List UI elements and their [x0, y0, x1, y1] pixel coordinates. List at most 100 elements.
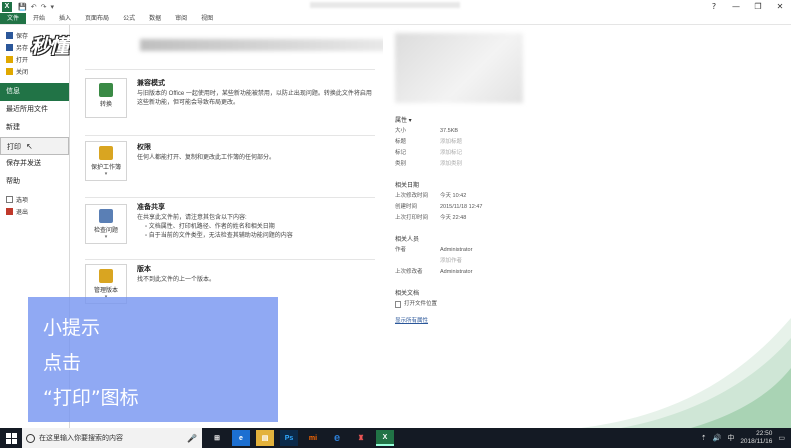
- nav-item-new[interactable]: 新建: [0, 119, 69, 137]
- tip-overlay: 小提示 点击 “打印”图标: [28, 297, 278, 422]
- nav-save-label: 保存: [16, 33, 29, 40]
- convert-button[interactable]: 转换: [85, 78, 127, 118]
- open-folder-icon: [6, 55, 13, 63]
- photoshop-icon[interactable]: Ps: [280, 430, 298, 446]
- microphone-icon[interactable]: 🎤: [187, 434, 197, 443]
- windows-logo-icon: [5, 432, 17, 444]
- section-permissions: 保护工作簿 ▾ 权限 任何人都能打开、复制和更改此工作簿的任何部分。: [85, 135, 375, 197]
- app-icon[interactable]: ♜: [352, 430, 370, 446]
- restore-button[interactable]: ❐: [747, 0, 769, 13]
- section-desc-permissions: 任何人都能打开、复制和更改此工作簿的任何部分。: [137, 155, 276, 161]
- protect-workbook-button[interactable]: 保护工作簿 ▾: [85, 141, 127, 181]
- section-desc-versions: 找不到此文件的上一个版本。: [137, 277, 216, 283]
- nav-item-info[interactable]: 信息: [0, 83, 69, 101]
- show-all-properties-link[interactable]: 显示所有属性: [395, 316, 595, 324]
- tab-data[interactable]: 数据: [142, 13, 168, 24]
- convert-icon: [99, 83, 113, 97]
- nav-close[interactable]: 关闭: [0, 65, 69, 77]
- protect-workbook-label: 保护工作簿: [90, 165, 121, 171]
- search-placeholder: 在这里输入你要搜索的内容: [39, 435, 123, 442]
- add-category-field[interactable]: 添加类别: [440, 159, 462, 170]
- date-row: 上次修改时间 今天 10:42: [395, 191, 595, 202]
- list-item: ▫ 自于当前的文件类型，无法检查其辅助功能问题的内容: [145, 233, 293, 239]
- mouse-cursor-icon: ↖: [25, 142, 33, 151]
- minimize-button[interactable]: —: [725, 0, 747, 13]
- chevron-down-icon: ▾: [104, 234, 108, 240]
- close-button[interactable]: ✕: [769, 0, 791, 13]
- start-button[interactable]: [0, 428, 22, 448]
- prop-row: 大小 37.5KB: [395, 126, 595, 137]
- check-issues-button[interactable]: 检查问题 ▾: [85, 204, 127, 244]
- bullet-text: 自于当前的文件类型，无法检查其辅助功能问题的内容: [148, 233, 293, 239]
- last-modified-by: Administrator: [440, 269, 473, 275]
- prop-key: 标题: [395, 139, 407, 145]
- open-file-location-button[interactable]: 打开文件位置: [395, 299, 595, 310]
- add-tags-field[interactable]: 添加标记: [440, 148, 462, 159]
- tab-home[interactable]: 开始: [26, 13, 52, 24]
- prop-key: 标记: [395, 150, 407, 156]
- excel-window: X 💾 ↶ ↷ ▾ ? — ❐ ✕ 文件 开始 插入 页面布局 公式 数据 审阅…: [0, 0, 791, 448]
- tab-file[interactable]: 文件: [0, 13, 27, 24]
- task-view-icon[interactable]: ⊞: [208, 430, 226, 446]
- clock[interactable]: 22:50 2018/11/16: [740, 430, 772, 446]
- window-controls: ? — ❐ ✕: [703, 0, 791, 13]
- tab-formulas[interactable]: 公式: [116, 13, 142, 24]
- notifications-icon[interactable]: ▭: [778, 434, 785, 442]
- nav-item-help[interactable]: 帮助: [0, 173, 69, 191]
- tab-insert[interactable]: 插入: [52, 13, 78, 24]
- title-bar: X 💾 ↶ ↷ ▾ ? — ❐ ✕: [0, 0, 791, 13]
- edge-icon[interactable]: e: [232, 430, 250, 446]
- search-icon: [26, 433, 35, 443]
- check-issues-label: 检查问题: [93, 228, 118, 234]
- tab-page-layout[interactable]: 页面布局: [78, 13, 116, 24]
- excel-icon[interactable]: X: [376, 430, 394, 446]
- section-title-prepare: 准备共享: [137, 204, 165, 211]
- date-row: 上次打印时间 今天 22:48: [395, 213, 595, 224]
- nav-item-save-send[interactable]: 保存并发送: [0, 155, 69, 173]
- customize-qat-icon[interactable]: ▾: [50, 3, 54, 11]
- dates-title: 相关日期: [395, 183, 420, 189]
- tab-view[interactable]: 视图: [194, 13, 220, 24]
- manage-versions-label: 管理版本: [93, 288, 118, 294]
- section-title-permissions: 权限: [137, 144, 151, 151]
- tab-review[interactable]: 审阅: [168, 13, 194, 24]
- clock-time: 22:50: [756, 430, 773, 437]
- properties-title[interactable]: 属性 ▾: [395, 115, 595, 124]
- nav-exit[interactable]: 退出: [0, 205, 69, 217]
- clock-date: 2018/11/16: [740, 438, 773, 445]
- redo-icon[interactable]: ↷: [41, 3, 47, 11]
- add-title-field[interactable]: 添加标题: [440, 137, 462, 148]
- taskbar-search-box[interactable]: 在这里输入你要搜索的内容 🎤: [22, 428, 202, 448]
- nav-exit-label: 退出: [16, 209, 29, 216]
- section-title-versions: 版本: [137, 266, 151, 273]
- save-icon[interactable]: 💾: [18, 3, 27, 11]
- nav-item-print[interactable]: 打印 ↖: [0, 137, 69, 155]
- xiaomi-icon[interactable]: mi: [304, 430, 322, 446]
- tip-line-2: 点击: [43, 352, 82, 374]
- chevron-down-icon: ▾: [104, 171, 108, 177]
- people-row: 上次修改者 Administrator: [395, 267, 595, 278]
- ribbon-tabs: 文件 开始 插入 页面布局 公式 数据 审阅 视图: [0, 13, 791, 25]
- prop-key: 大小: [395, 128, 407, 134]
- inspect-icon: [99, 209, 113, 223]
- volume-icon[interactable]: 🔊: [713, 434, 722, 442]
- taskbar-apps: ⊞ e ▤ Ps mi e ♜ X: [208, 430, 394, 446]
- input-language[interactable]: 中: [727, 433, 734, 443]
- add-author-field[interactable]: 添加作者: [440, 256, 462, 267]
- tip-line-3: “打印”图标: [43, 387, 139, 409]
- ie-icon[interactable]: e: [328, 430, 346, 446]
- section-compat: 转换 兼容模式 与旧版本的 Office 一起使用时，某些新功能被禁用，以防止出…: [85, 69, 375, 135]
- section-title-compat: 兼容模式: [137, 80, 165, 87]
- prop-row: 标记 添加标记: [395, 148, 595, 159]
- undo-icon[interactable]: ↶: [31, 3, 37, 11]
- network-icon[interactable]: ⇡: [701, 434, 707, 442]
- quick-access-toolbar: 💾 ↶ ↷ ▾: [18, 3, 54, 11]
- nav-item-recent[interactable]: 最近所用文件: [0, 101, 69, 119]
- lock-icon: [99, 146, 113, 160]
- file-explorer-icon[interactable]: ▤: [256, 430, 274, 446]
- section-desc-prepare: 在共享此文件前，请注意其包含以下内容:: [137, 215, 247, 221]
- versions-icon: [99, 269, 113, 283]
- prop-key: 作者: [395, 247, 407, 253]
- nav-options[interactable]: 选项: [0, 193, 69, 205]
- help-button[interactable]: ?: [703, 0, 725, 13]
